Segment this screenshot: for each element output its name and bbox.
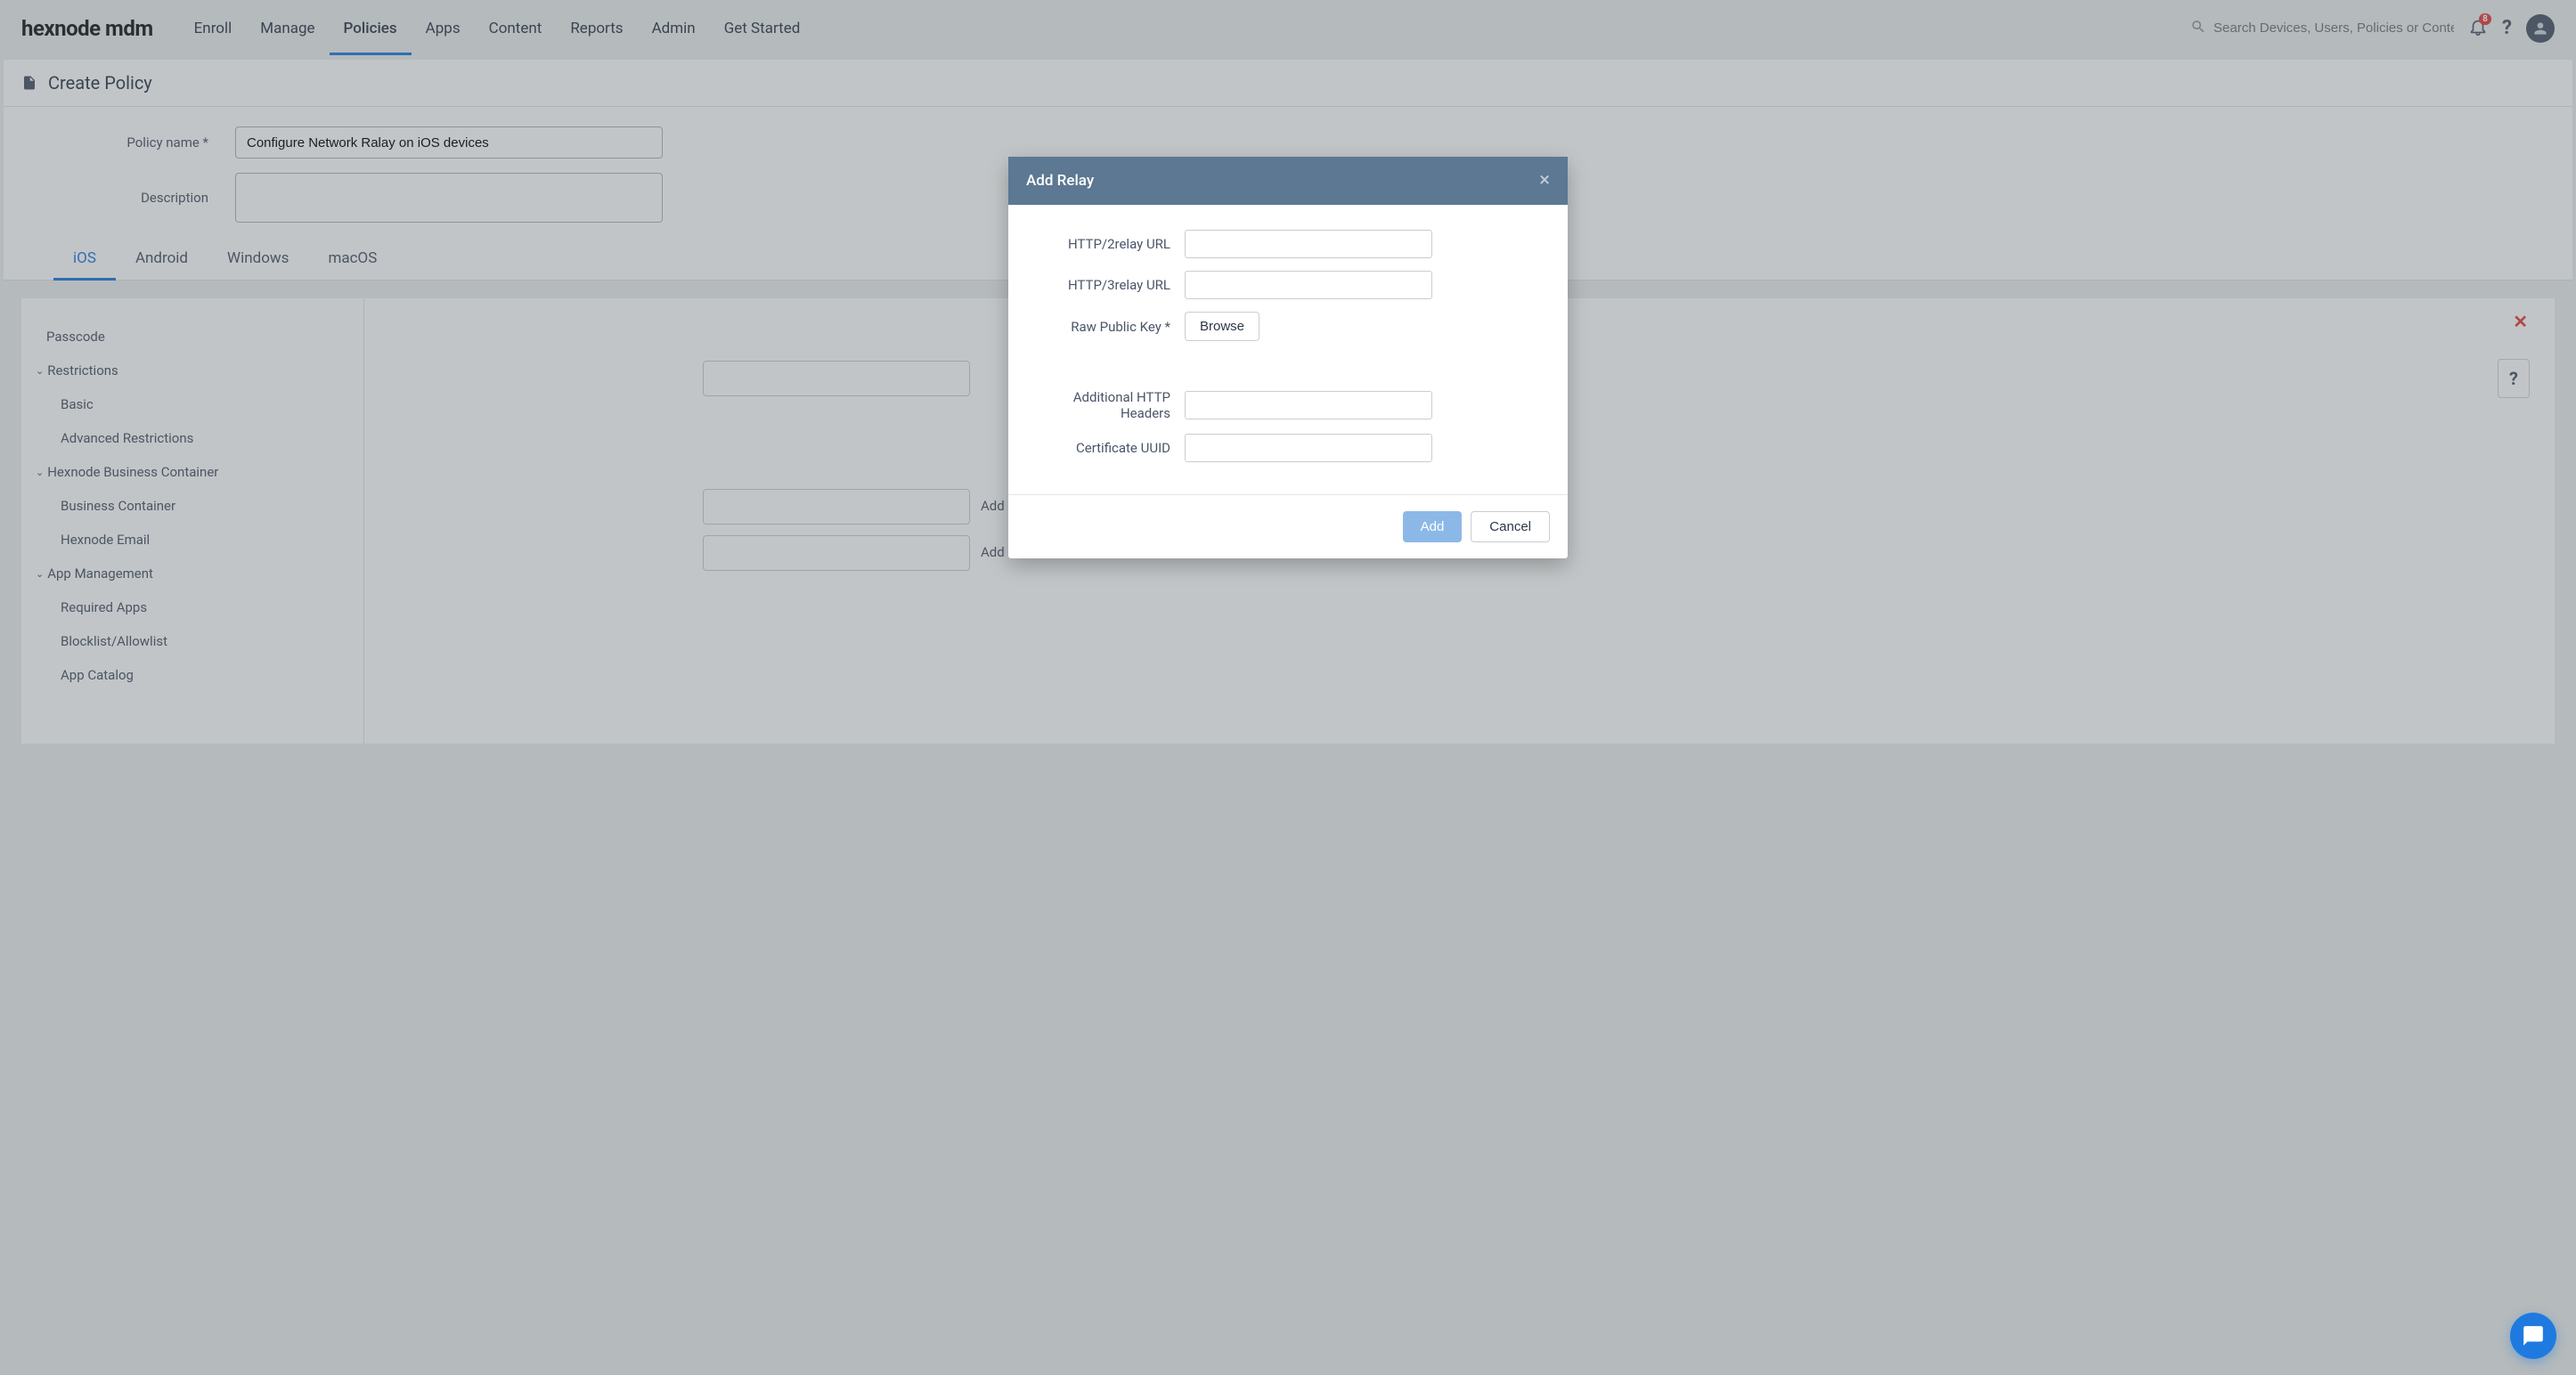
- chat-fab[interactable]: [2510, 1313, 2556, 1359]
- modal-footer: Add Cancel: [1008, 494, 1568, 558]
- http3-input[interactable]: [1185, 271, 1432, 299]
- modal-close-icon[interactable]: ×: [1539, 171, 1550, 191]
- http3-label: HTTP/3relay URL: [1033, 277, 1185, 293]
- http2-input[interactable]: [1185, 230, 1432, 258]
- headers-input[interactable]: [1185, 391, 1432, 419]
- modal-overlay: Add Relay × HTTP/2relay URL HTTP/3relay …: [0, 0, 2576, 1375]
- http2-label: HTTP/2relay URL: [1033, 236, 1185, 252]
- cert-label: Certificate UUID: [1033, 440, 1185, 456]
- headers-label: Additional HTTP Headers: [1033, 389, 1185, 421]
- modal-body: HTTP/2relay URL HTTP/3relay URL Raw Publ…: [1008, 205, 1568, 494]
- cert-input[interactable]: [1185, 434, 1432, 462]
- rawkey-label: Raw Public Key *: [1033, 319, 1185, 335]
- modal-title: Add Relay: [1026, 172, 1094, 190]
- modal-header: Add Relay ×: [1008, 157, 1568, 205]
- add-relay-modal: Add Relay × HTTP/2relay URL HTTP/3relay …: [1008, 157, 1568, 558]
- cancel-button[interactable]: Cancel: [1471, 511, 1550, 542]
- chat-icon: [2522, 1324, 2545, 1347]
- add-button[interactable]: Add: [1403, 511, 1463, 542]
- browse-button[interactable]: Browse: [1185, 312, 1259, 341]
